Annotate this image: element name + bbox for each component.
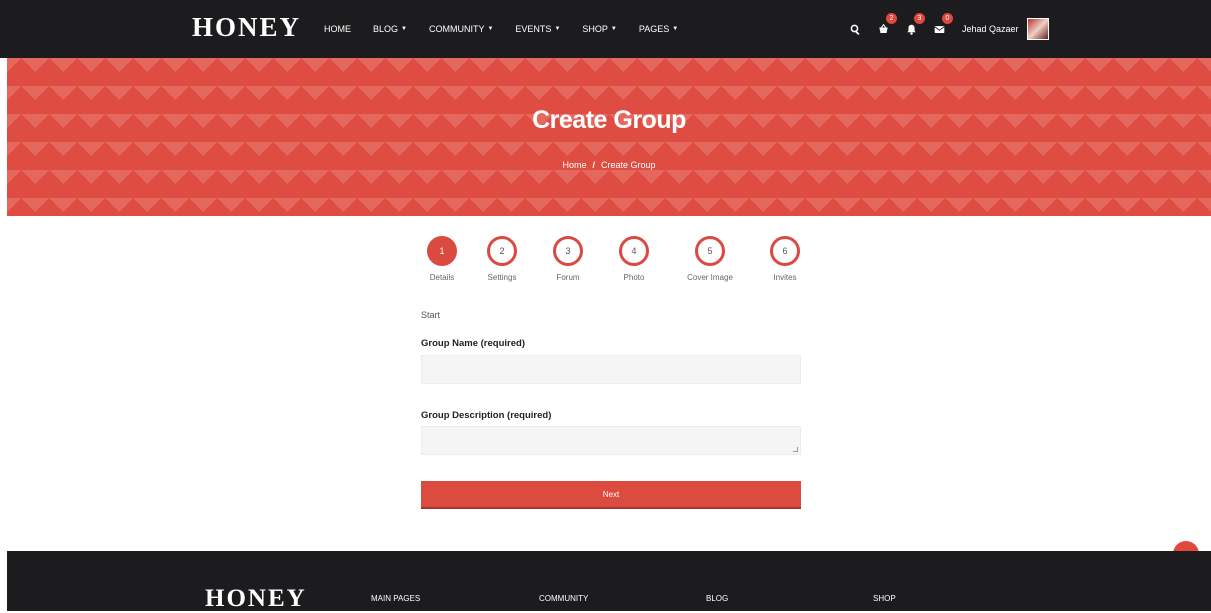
- nav-events-label: EVENTS: [515, 24, 552, 34]
- step-forum[interactable]: 3 Forum: [533, 236, 603, 282]
- caret-down-icon: ▼: [487, 26, 494, 32]
- step-number[interactable]: 6: [770, 236, 800, 266]
- footer-heading-main-pages: MAIN PAGES: [371, 594, 421, 603]
- step-label: Cover Image: [687, 273, 733, 282]
- section-start-label: Start: [421, 310, 441, 320]
- step-number[interactable]: 2: [487, 236, 517, 266]
- nav-home[interactable]: HOME: [324, 24, 351, 34]
- nav-community-label: COMMUNITY: [428, 24, 485, 34]
- step-label: Settings: [487, 273, 517, 282]
- group-description-label: Group Description (required): [421, 410, 552, 421]
- footer-heading-community: COMMUNITY: [539, 594, 589, 603]
- nav-blog-label: BLOG: [373, 24, 399, 34]
- step-label: Photo: [623, 273, 645, 282]
- next-button[interactable]: Next: [421, 481, 801, 509]
- group-name-label: Group Name (required): [421, 338, 525, 349]
- nav-shop-label: SHOP: [582, 24, 608, 34]
- caret-down-icon: ▼: [610, 26, 617, 32]
- page-title: Create Group: [532, 106, 686, 134]
- page-hero-banner: Create Group Home / Create Group: [7, 58, 1211, 216]
- bell-icon[interactable]: 3: [904, 13, 925, 36]
- footer-heading-blog: BLOG: [706, 594, 729, 603]
- group-description-textarea[interactable]: [421, 426, 801, 455]
- nav-user-area: 2 3 0 Jehad Qazaer: [848, 0, 1049, 58]
- breadcrumb-separator: /: [592, 160, 595, 170]
- breadcrumb: Home / Create Group: [7, 160, 1211, 170]
- user-name[interactable]: Jehad Qazaer: [962, 24, 1019, 34]
- wizard-steps: 1 Details 2 Settings 3 Forum 4 Photo 5 C…: [410, 236, 810, 296]
- resize-handle-icon[interactable]: [793, 447, 798, 452]
- nav-home-label: HOME: [324, 24, 351, 34]
- envelope-icon[interactable]: 0: [932, 13, 953, 36]
- step-number[interactable]: 4: [619, 236, 649, 266]
- step-number[interactable]: 3: [553, 236, 583, 266]
- nav-shop[interactable]: SHOP ▼: [582, 24, 616, 34]
- top-navbar: HONEY HOME BLOG ▼ COMMUNITY ▼ EVENTS ▼ SHOP…: [0, 0, 1211, 58]
- step-settings[interactable]: 2 Settings: [467, 236, 537, 282]
- step-label: Invites: [773, 273, 797, 282]
- step-cover-image[interactable]: 5 Cover Image: [675, 236, 745, 282]
- step-number[interactable]: 5: [695, 236, 725, 266]
- step-invites[interactable]: 6 Invites: [750, 236, 820, 282]
- step-photo[interactable]: 4 Photo: [599, 236, 669, 282]
- search-icon[interactable]: [848, 22, 862, 36]
- footer-heading-shop: SHOP: [873, 594, 896, 603]
- breadcrumb-current: Create Group: [601, 160, 656, 170]
- caret-down-icon: ▼: [554, 26, 561, 32]
- caret-down-icon: ▼: [401, 26, 407, 32]
- messages-count-badge: 0: [942, 13, 953, 24]
- footer-logo[interactable]: HONEY: [205, 585, 307, 613]
- avatar[interactable]: [1026, 18, 1049, 40]
- step-label: Forum: [556, 273, 580, 282]
- nav-blog[interactable]: BLOG ▼: [373, 24, 407, 34]
- main-nav: HOME BLOG ▼ COMMUNITY ▼ EVENTS ▼ SHOP ▼ PAGE…: [324, 0, 700, 58]
- step-number[interactable]: 1: [427, 236, 457, 266]
- site-logo[interactable]: HONEY: [192, 12, 301, 43]
- nav-pages[interactable]: PAGES ▼: [639, 24, 678, 34]
- group-name-input[interactable]: [421, 355, 801, 384]
- nav-community[interactable]: COMMUNITY ▼: [429, 24, 493, 34]
- caret-down-icon: ▼: [672, 26, 679, 32]
- nav-events[interactable]: EVENTS ▼: [515, 24, 560, 34]
- notifications-count-badge: 3: [914, 13, 925, 24]
- site-footer: HONEY MAIN PAGES COMMUNITY BLOG SHOP: [7, 551, 1211, 613]
- nav-pages-label: PAGES: [638, 24, 670, 34]
- cart-count-badge: 2: [886, 13, 897, 24]
- breadcrumb-home-link[interactable]: Home: [562, 160, 586, 170]
- cart-icon[interactable]: 2: [876, 13, 897, 36]
